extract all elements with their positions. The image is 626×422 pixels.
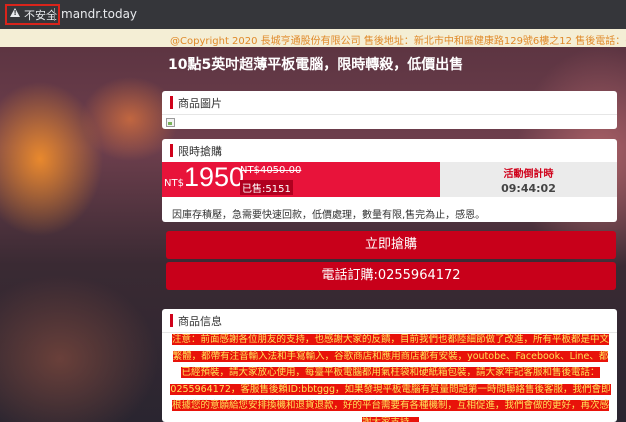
url-text[interactable]: mandr.today xyxy=(61,7,137,21)
original-price: NT$4050.00 xyxy=(240,165,302,176)
buy-now-button[interactable]: 立即搶購 xyxy=(166,231,616,259)
sold-count: 已售:5151 xyxy=(240,180,293,195)
address-bar[interactable]: 不安全 mandr.today xyxy=(0,0,626,29)
countdown-label: 活動倒計時 xyxy=(503,169,554,180)
price-row: NT$ 1950 NT$4050.00 已售:5151 活動倒計時 09:44:… xyxy=(162,162,617,197)
copyright-bar: @Copyright 2020 長城亨通股份有限公司 售後地址：新北市中和區健康… xyxy=(0,29,626,47)
panel-title: 商品圖片 xyxy=(178,96,222,110)
stock-notice: 因庫存積壓，急需要快速回款，低價處理，數量有限,售完為止，感恩。 xyxy=(172,210,486,221)
currency-label: NT$ xyxy=(164,178,184,189)
panel-title: 商品信息 xyxy=(178,314,222,328)
flash-sale-panel: 限時搶購 NT$ 1950 NT$4050.00 已售:5151 活動倒計時 0… xyxy=(162,139,617,222)
countdown-time: 09:44:02 xyxy=(501,182,556,195)
phone-order-button[interactable]: 電話訂購:0255964172 xyxy=(166,262,616,290)
price-block: NT$ 1950 NT$4050.00 已售:5151 xyxy=(162,162,440,197)
warning-icon xyxy=(10,8,20,17)
panel-header: 限時搶購 xyxy=(162,139,617,163)
header-accent xyxy=(170,144,173,157)
address-separator xyxy=(54,8,55,21)
panel-title: 限時搶購 xyxy=(178,144,222,158)
product-description: 注意：前面感謝各位朋友的支持，也感謝大家的反饋，目前我們也都陸細節做了改進，所有… xyxy=(170,332,611,422)
countdown-block: 活動倒計時 09:44:02 xyxy=(440,162,617,197)
product-info-panel: 商品信息 注意：前面感謝各位朋友的支持，也感謝大家的反饋，目前我們也都陸細節做了… xyxy=(162,309,617,422)
panel-header: 商品信息 xyxy=(162,309,617,333)
sale-price: 1950 xyxy=(184,162,245,192)
header-accent xyxy=(170,96,173,109)
broken-image-icon xyxy=(166,118,175,127)
header-accent xyxy=(170,314,173,327)
not-secure-label[interactable]: 不安全 xyxy=(24,7,57,23)
panel-header: 商品圖片 xyxy=(162,91,617,115)
description-text: 注意：前面感謝各位朋友的支持，也感謝大家的反饋，目前我們也都陸細節做了改進，所有… xyxy=(170,334,611,422)
product-images-panel: 商品圖片 xyxy=(162,91,617,129)
page-title: 10點5英吋超薄平板電腦，限時轉殺，低價出售 xyxy=(168,57,464,73)
